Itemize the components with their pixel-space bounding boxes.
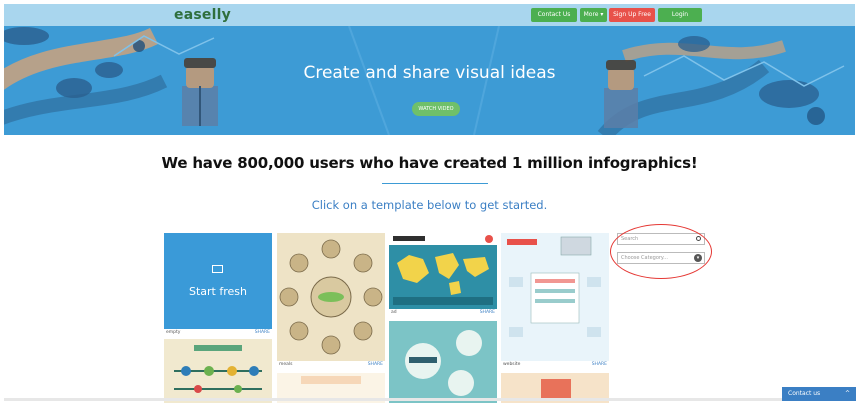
template-name: empty [166,330,181,335]
highlight-circle [610,224,712,279]
template-card-meals[interactable]: meals SHARE [277,233,385,371]
share-link[interactable]: SHARE [368,362,383,367]
hero-title: Create and share visual ideas [303,63,556,83]
more-menu-button[interactable]: More ▾ [580,8,607,22]
template-card-empty-footer: empty SHARE [164,329,272,339]
page-bottom-edge [4,398,782,401]
contact-us-button[interactable]: Contact Us [531,8,577,22]
get-started-text: Click on a template below to get started… [311,198,548,212]
window-icon [212,265,223,273]
template-thumbnail [164,339,272,403]
caret-up-icon: ^ [844,390,850,397]
page: easelly Contact Us More ▾ Sign Up Free L… [0,0,859,403]
template-card-phone[interactable] [389,321,497,403]
watch-video-button[interactable]: WATCH VIDEO [412,102,460,116]
template-card-website[interactable]: website SHARE [501,233,609,371]
template-thumbnail [277,233,385,361]
template-name: ad [391,310,397,315]
share-link[interactable]: SHARE [255,330,270,335]
top-navbar: easelly Contact Us More ▾ Sign Up Free L… [4,4,855,26]
share-link[interactable]: SHARE [480,310,495,315]
template-name: website [503,362,521,367]
template-thumbnail [501,233,609,361]
template-thumbnail [389,233,497,309]
login-button[interactable]: Login [658,8,702,22]
template-card-top-songs[interactable] [164,339,272,403]
start-fresh-label: Start fresh [189,285,247,298]
template-card-ad[interactable]: ad SHARE [389,233,497,319]
template-thumbnail [389,321,497,403]
hero-banner: Create and share visual ideas WATCH VIDE… [4,26,855,135]
template-card-start-fresh[interactable]: Start fresh [164,233,272,339]
users-headline: We have 800,000 users who have created 1… [161,154,698,172]
contact-us-widget[interactable]: Contact us ^ [782,387,856,401]
share-link[interactable]: SHARE [592,362,607,367]
sign-up-button[interactable]: Sign Up Free [609,8,655,22]
contact-widget-label: Contact us [788,390,821,397]
template-name: meals [279,362,293,367]
logo[interactable]: easelly [174,7,231,23]
headline-divider [382,183,488,184]
